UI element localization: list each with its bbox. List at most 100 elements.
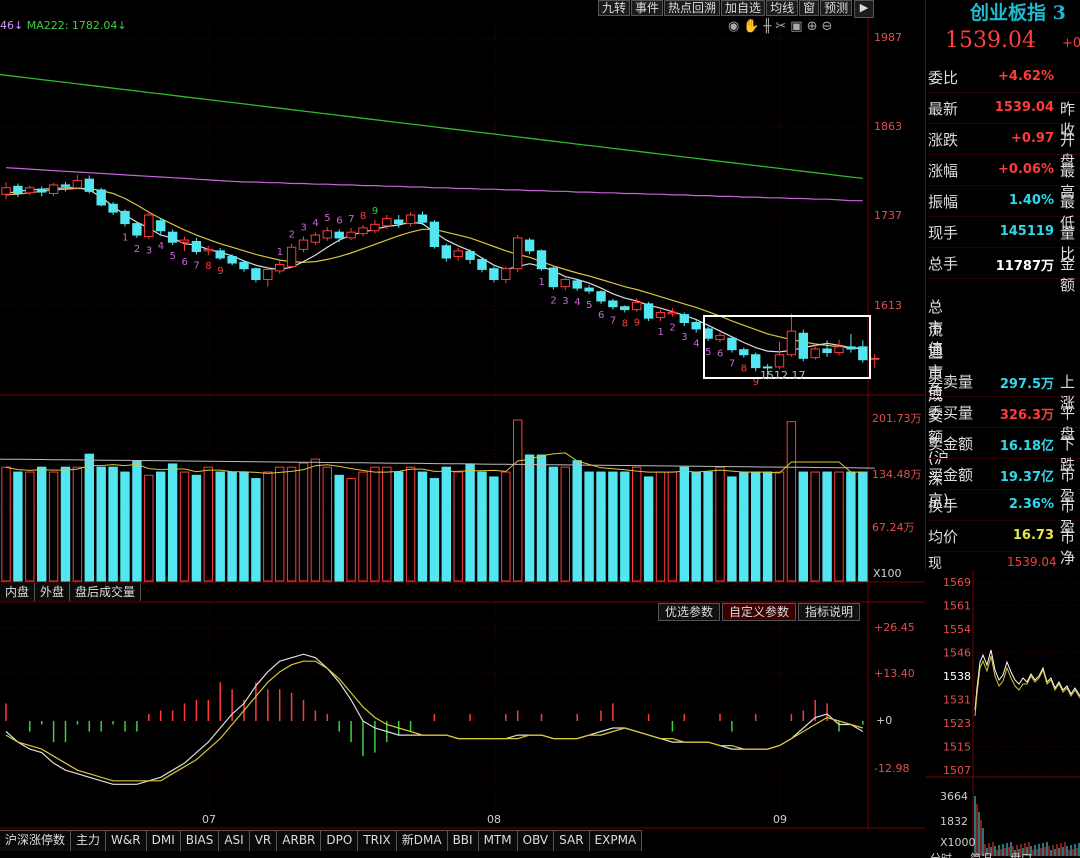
intraday-mini-chart[interactable]: 1569 1561 1554 1546 1538 1531 1523 1515 1507 3664…: [925, 570, 1080, 858]
quote-row-label: 卖金额: [928, 435, 974, 453]
tab-inner-disk[interactable]: 内盘: [0, 583, 36, 601]
candle-body: [643, 303, 654, 319]
indicator-tab-4[interactable]: BIAS: [181, 831, 220, 851]
td-count-label: 2: [134, 244, 140, 255]
volume-bar: [774, 471, 785, 582]
volume-tick-mid: 134.48万: [872, 468, 922, 481]
indicator-param-tabs: 优选参数 自定义参数 指标说明: [656, 603, 861, 621]
indicator-tab-9[interactable]: TRIX: [358, 831, 397, 851]
volume-bar: [465, 463, 475, 582]
indicator-tab-14[interactable]: SAR: [554, 831, 590, 851]
candle-body: [13, 185, 23, 194]
td-count-label: 4: [312, 218, 318, 229]
td-count-label: 8: [360, 211, 366, 222]
quote-row-label: 买金额: [928, 466, 974, 484]
quote-row-value: 16.18亿: [999, 439, 1054, 454]
td-count-label: 5: [705, 347, 711, 358]
candle-body: [394, 219, 404, 225]
td-count-label: 7: [729, 359, 735, 370]
tab-after-hours-volume[interactable]: 盘后成交量: [70, 583, 142, 601]
macd-tick-1340: +13.40: [874, 667, 915, 680]
quote-row-label: 委买量: [928, 404, 974, 422]
volume-bar: [858, 471, 868, 582]
candle-body: [798, 332, 808, 359]
candle-body: [703, 328, 713, 339]
td-count-label: 6: [336, 215, 342, 226]
month-label-09: 09: [773, 813, 787, 826]
volume-bar: [191, 474, 202, 582]
candle-body: [1, 187, 11, 195]
candle-body: [429, 221, 440, 248]
candle-body: [96, 189, 106, 206]
indicator-tab-13[interactable]: OBV: [518, 831, 555, 851]
candle-body: [810, 348, 820, 359]
ma10-line: [5, 187, 863, 349]
volume-bar: [489, 476, 499, 582]
quote-row-label: 涨跌: [928, 131, 959, 149]
td-count-label: 4: [574, 297, 580, 308]
td-count-label: 2: [289, 230, 295, 241]
volume-bar: [405, 466, 416, 582]
td-count-label: 8: [622, 318, 628, 329]
indicator-tab-5[interactable]: ASI: [219, 831, 250, 851]
mini-price-tick: 1569: [943, 576, 971, 589]
tab-indicator-help[interactable]: 指标说明: [798, 603, 861, 621]
indicator-tab-0[interactable]: 沪深涨停数: [0, 831, 72, 851]
candle-body: [751, 354, 761, 369]
quote-row: 委卖量 297.5万 上涨: [928, 365, 1080, 412]
indicator-tab-12[interactable]: MTM: [479, 831, 518, 851]
mini-price-tick: 1523: [943, 717, 971, 730]
candle-body: [477, 258, 487, 270]
volume-bar: [632, 466, 642, 582]
tab-outer-disk[interactable]: 外盘: [35, 583, 71, 601]
quote-row-value: 2.36%: [1008, 497, 1054, 512]
volume-bar: [108, 466, 118, 582]
candle-body: [60, 184, 71, 187]
candle-body: [608, 300, 618, 308]
volume-bar: [572, 460, 582, 582]
indicator-tab-2[interactable]: W&R: [106, 831, 147, 851]
volume-bar: [834, 471, 844, 582]
quote-row-label: 总手: [928, 255, 959, 273]
quote-row-label: 委卖量: [928, 373, 974, 391]
volume-bar: [691, 471, 701, 582]
volume-bar: [310, 458, 321, 582]
td-count-label: 7: [610, 316, 616, 327]
volume-bar: [453, 471, 463, 582]
td-count-label: 4: [158, 241, 164, 252]
indicator-tab-7[interactable]: ARBR: [277, 831, 322, 851]
indicator-tab-11[interactable]: BBI: [448, 831, 479, 851]
volume-bar: [596, 471, 606, 582]
mini-price-tick: 1546: [943, 647, 971, 660]
tab-custom-params[interactable]: 自定义参数: [722, 603, 797, 621]
td-count-label: 8: [741, 364, 747, 375]
td-count-label: 9: [634, 318, 640, 329]
quote-row: 卖金额 16.18亿 下跌: [928, 427, 1080, 474]
quote-row-value: +0.97: [1011, 131, 1054, 146]
candle-body: [632, 301, 642, 311]
kline-chart[interactable]: 12 3 456 7 8 9123 4 5 6 7 8 912 3 4 567 8 91 2345 67 89: [0, 0, 925, 858]
mini-volume-tick: 3664: [940, 790, 968, 803]
quote-row-value: 19.37亿: [999, 470, 1054, 485]
indicator-tab-15[interactable]: EXPMA: [590, 831, 643, 851]
candle-body: [239, 261, 249, 270]
td-count-label: 7: [193, 260, 199, 271]
candle-body: [334, 231, 344, 239]
quote-row-label: 换手: [928, 497, 959, 515]
volume-bar: [203, 466, 214, 582]
tab-preferred-params[interactable]: 优选参数: [658, 603, 721, 621]
indicator-tab-3[interactable]: DMI: [147, 831, 181, 851]
indicator-tab-10[interactable]: 新DMA: [397, 831, 448, 851]
volume-bar: [739, 471, 749, 582]
candle-body: [715, 334, 725, 341]
volume-bar: [144, 474, 154, 582]
candle-body: [620, 306, 630, 311]
td-count-label: 8: [205, 261, 211, 272]
indicator-tab-6[interactable]: VR: [250, 831, 278, 851]
candle-body: [215, 250, 225, 259]
indicator-tab-8[interactable]: DPO: [321, 831, 359, 851]
volume-bar: [715, 466, 725, 582]
quote-row: 委比 +4.62%: [928, 61, 1080, 93]
td-count-label: 5: [324, 213, 330, 224]
indicator-tab-1[interactable]: 主力: [71, 831, 107, 851]
